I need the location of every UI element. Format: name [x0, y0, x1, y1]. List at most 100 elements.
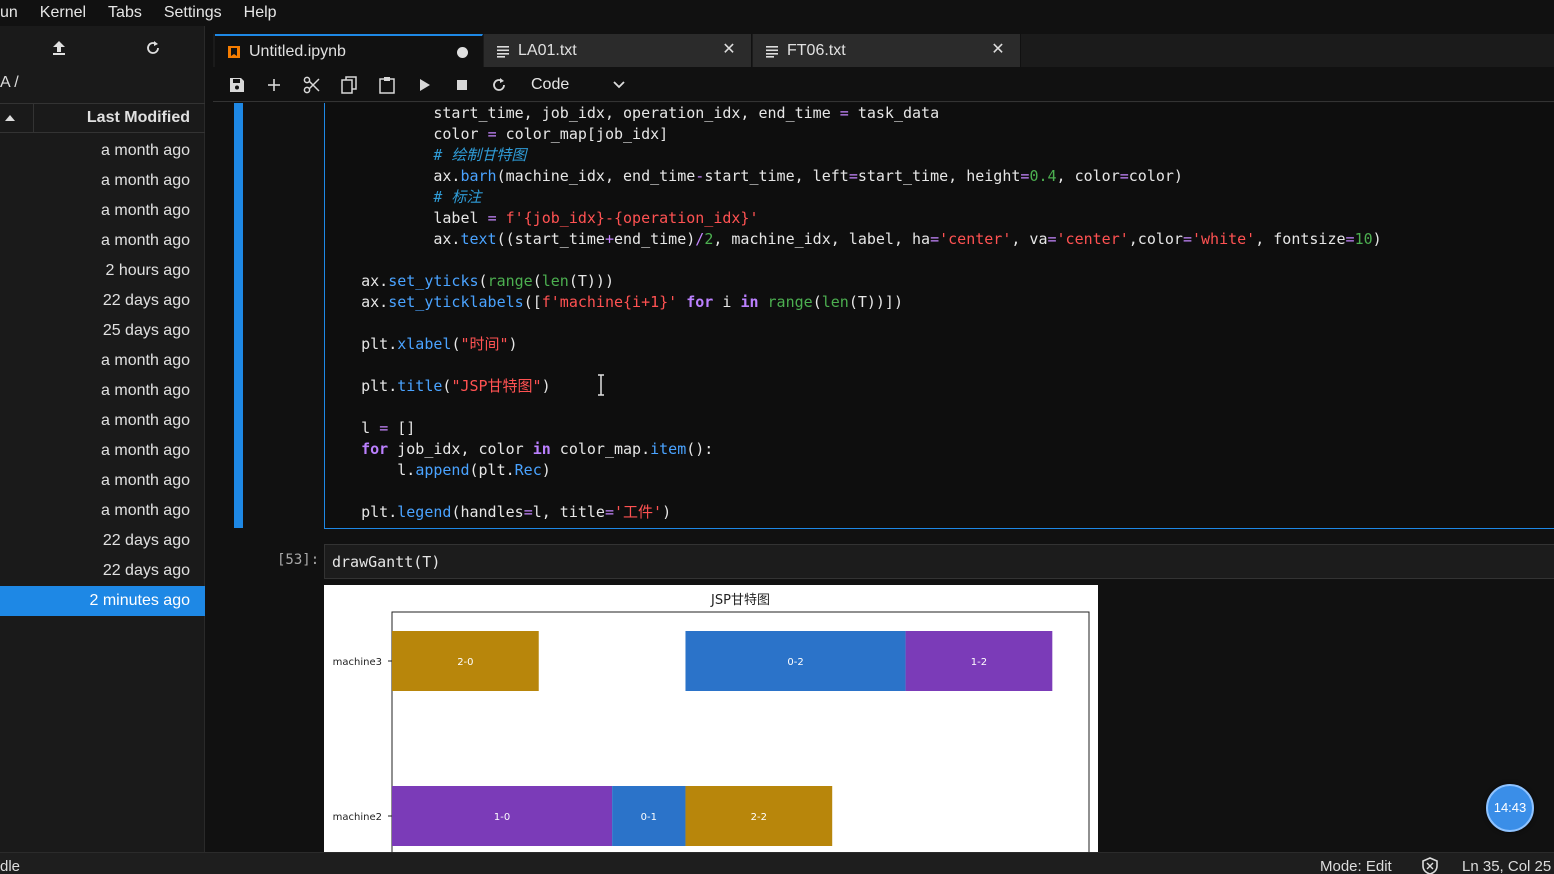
gantt-bar-label: 0-2	[787, 657, 803, 668]
code-line: ax.set_yticks(range(len(T)))	[325, 272, 614, 290]
close-icon[interactable]: ✕	[721, 42, 737, 58]
status-mode: Mode: Edit	[1320, 858, 1392, 874]
file-list-item[interactable]: 25 days ago	[0, 316, 205, 346]
cell-2-code: drawGantt(T)	[332, 552, 440, 573]
unsaved-dot-icon[interactable]	[457, 47, 468, 58]
gantt-bar-label: 1-2	[971, 657, 987, 668]
file-list-item[interactable]: a month ago	[0, 136, 205, 166]
code-line: l.append(plt.Rec)	[325, 461, 551, 479]
file-list-item[interactable]: 2 hours ago	[0, 256, 205, 286]
code-line: ax.set_yticklabels([f'machine{i+1}' for …	[325, 293, 903, 311]
chart-title: JSP甘特图	[710, 593, 770, 608]
code-line: plt.xlabel("时间")	[325, 335, 518, 353]
notebook-icon	[227, 45, 241, 59]
gantt-bar-label: 1-0	[494, 812, 510, 823]
code-line: # 标注	[433, 188, 482, 206]
text-cursor-icon	[598, 374, 604, 396]
y-tick-label: machine2	[333, 812, 382, 823]
tab-la01-txt[interactable]: LA01.txt ✕	[484, 34, 752, 67]
file-list-item[interactable]: a month ago	[0, 196, 205, 226]
menu-run[interactable]: un	[0, 0, 29, 26]
save-icon[interactable]	[226, 74, 248, 96]
file-list: a month ago a month ago a month ago a mo…	[0, 136, 205, 616]
file-list-item[interactable]: a month ago	[0, 376, 205, 406]
gantt-bar-label: 2-0	[457, 657, 473, 668]
status-bar: dle Mode: Edit Ln 35, Col 25	[0, 852, 1554, 874]
file-list-item[interactable]: a month ago	[0, 496, 205, 526]
file-list-item[interactable]: 22 days ago	[0, 286, 205, 316]
cell-prompt: [53]:	[277, 552, 320, 568]
gantt-bar-label: 0-1	[641, 812, 657, 823]
file-list-item[interactable]: a month ago	[0, 346, 205, 376]
gantt-chart: JSP甘特图 machine3 2-0 0-2 1-2 machine2 1-0 0-1 2-2	[333, 593, 1090, 852]
menu-help[interactable]: Help	[233, 0, 288, 26]
menu-settings[interactable]: Settings	[153, 0, 233, 26]
text-file-icon	[496, 44, 510, 58]
cut-icon[interactable]	[301, 74, 323, 96]
code-line: for job_idx, color in color_map.item():	[361, 440, 714, 458]
tab-bar: Untitled.ipynb LA01.txt ✕ FT06.txt ✕	[213, 34, 1554, 67]
restart-icon[interactable]	[488, 74, 510, 96]
main-area: Untitled.ipynb LA01.txt ✕ FT06.txt ✕ Cod…	[213, 34, 1554, 852]
file-browser-toolbar	[0, 32, 205, 66]
file-list-item-selected[interactable]: 2 minutes ago	[0, 586, 205, 616]
code-line: ax.barh(machine_idx, end_time-start_time…	[325, 167, 1183, 185]
code-line: label = f'{job_idx}-{operation_idx}'	[325, 209, 759, 227]
chevron-down-icon[interactable]	[611, 76, 627, 92]
cell-type-select[interactable]: Code	[531, 73, 569, 97]
gantt-bar-label: 2-2	[751, 812, 767, 823]
upload-icon[interactable]	[47, 36, 71, 60]
refresh-icon[interactable]	[141, 36, 165, 60]
code-line: color = color_map[job_idx]	[325, 125, 669, 143]
sort-ascending-icon	[5, 115, 15, 121]
file-list-item[interactable]: a month ago	[0, 166, 205, 196]
shield-icon[interactable]	[1421, 857, 1439, 874]
tab-label: Untitled.ipynb	[249, 42, 346, 60]
tab-label: FT06.txt	[787, 41, 846, 59]
text-file-icon	[765, 44, 779, 58]
file-list-item[interactable]: a month ago	[0, 226, 205, 256]
file-browser: A / Last Modified a month ago a month ag…	[0, 26, 205, 852]
menu-bar: un Kernel Tabs Settings Help	[0, 0, 1554, 26]
clock-badge[interactable]: 14:43	[1486, 784, 1534, 832]
file-list-item[interactable]: 22 days ago	[0, 526, 205, 556]
code-line: l = []	[325, 419, 416, 437]
menu-tabs[interactable]: Tabs	[97, 0, 153, 26]
stop-icon[interactable]	[451, 74, 473, 96]
breadcrumb[interactable]: A /	[0, 74, 19, 92]
tab-untitled-ipynb[interactable]: Untitled.ipynb	[215, 34, 483, 67]
cell-2-code-text: drawGantt(T)	[332, 553, 441, 571]
notebook-toolbar: Code	[213, 67, 1554, 102]
tab-ft06-txt[interactable]: FT06.txt ✕	[753, 34, 1021, 67]
y-tick-label: machine3	[333, 657, 382, 668]
file-list-header: Last Modified	[0, 103, 205, 133]
code-line: # 绘制甘特图	[433, 146, 527, 164]
code-cell-2[interactable]: drawGantt(T)	[324, 544, 1554, 579]
sort-name-column[interactable]	[0, 104, 34, 132]
chart-output: JSP甘特图 machine3 2-0 0-2 1-2 machine2 1-0 0-1 2-2	[324, 585, 1098, 852]
add-cell-icon[interactable]	[263, 74, 285, 96]
close-icon[interactable]: ✕	[990, 42, 1006, 58]
paste-icon[interactable]	[376, 74, 398, 96]
code-line: start_time, job_idx, operation_idx, end_…	[325, 104, 940, 122]
tab-label: LA01.txt	[518, 41, 577, 59]
file-list-item[interactable]: a month ago	[0, 436, 205, 466]
notebook-panel: start_time, job_idx, operation_idx, end_…	[213, 103, 1554, 852]
file-list-item[interactable]: a month ago	[0, 466, 205, 496]
active-cell-indicator	[234, 103, 243, 528]
run-icon[interactable]	[414, 74, 436, 96]
code-line: plt.legend(handles=l, title='工件')	[325, 503, 672, 521]
code-cell-editor[interactable]: start_time, job_idx, operation_idx, end_…	[324, 103, 1554, 529]
status-kernel-state: dle	[0, 858, 21, 874]
copy-icon[interactable]	[338, 74, 360, 96]
status-cursor-position: Ln 35, Col 25	[1462, 858, 1552, 874]
last-modified-header[interactable]: Last Modified	[34, 104, 205, 132]
file-list-item[interactable]: a month ago	[0, 406, 205, 436]
file-list-item[interactable]: 22 days ago	[0, 556, 205, 586]
menu-kernel[interactable]: Kernel	[29, 0, 97, 26]
